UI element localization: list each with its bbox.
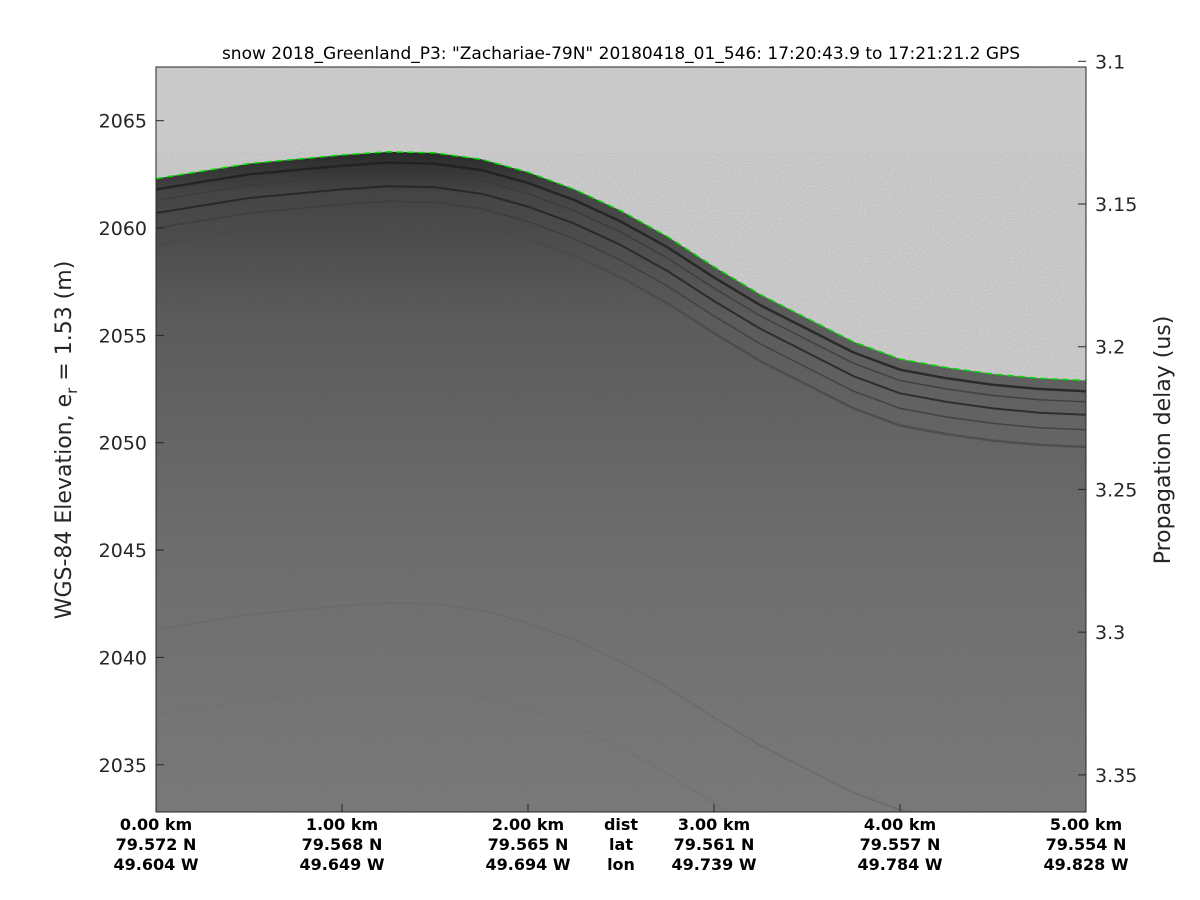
y-axis-label-right: Propagation delay (us) <box>1151 316 1176 565</box>
bottom-tick-lon-label: 49.694 W <box>486 855 571 874</box>
left-tick-label: 2050 <box>99 433 147 455</box>
bottom-tick-dist-label: 4.00 km <box>864 815 936 834</box>
left-tick-label: 2040 <box>99 647 147 669</box>
bottom-tick-lat-label: 79.561 N <box>674 835 755 854</box>
bottom-tick-lon-label: 49.739 W <box>672 855 757 874</box>
bottom-row-label-dist: dist <box>604 815 638 834</box>
chart-title: snow 2018_Greenland_P3: "Zachariae-79N" … <box>222 44 1020 64</box>
right-tick-label: 3.35 <box>1095 765 1137 787</box>
bottom-tick-dist-label: 5.00 km <box>1050 815 1122 834</box>
left-tick-label: 2045 <box>99 540 147 562</box>
left-tick-label: 2035 <box>99 755 147 777</box>
bottom-axis: 0.00 km79.572 N49.604 W1.00 km79.568 N49… <box>114 804 1129 874</box>
bottom-tick-lon-label: 49.828 W <box>1044 855 1129 874</box>
bottom-tick-lat-label: 79.568 N <box>302 835 383 854</box>
echogram-plot-area <box>156 67 1086 812</box>
right-tick-label: 3.2 <box>1095 337 1125 359</box>
bottom-tick-lon-label: 49.784 W <box>858 855 943 874</box>
bottom-tick-lat-label: 79.565 N <box>488 835 569 854</box>
bottom-tick-lat-label: 79.572 N <box>116 835 197 854</box>
left-tick-label: 2060 <box>99 218 147 240</box>
right-tick-label: 3.25 <box>1095 479 1137 501</box>
bottom-tick-lat-label: 79.554 N <box>1046 835 1127 854</box>
bottom-tick-dist-label: 1.00 km <box>306 815 378 834</box>
y-axis-label-left: WGS-84 Elevation, er = 1.53 (m) <box>52 261 81 620</box>
radar-echogram-figure: snow 2018_Greenland_P3: "Zachariae-79N" … <box>52 44 1176 874</box>
bottom-tick-lat-label: 79.557 N <box>860 835 941 854</box>
right-tick-label: 3.1 <box>1095 51 1125 73</box>
left-tick-label: 2055 <box>99 325 147 347</box>
left-tick-label: 2065 <box>99 111 147 133</box>
right-tick-label: 3.15 <box>1095 194 1137 216</box>
bottom-tick-dist-label: 2.00 km <box>492 815 564 834</box>
bottom-tick-lon-label: 49.649 W <box>300 855 385 874</box>
right-tick-label: 3.3 <box>1095 622 1125 644</box>
right-axis: 3.1 3.15 3.2 3.25 3.3 3.35 <box>1078 51 1137 787</box>
left-axis: 2065 2060 2055 2050 2045 2040 2035 <box>99 111 164 777</box>
bottom-row-label-lon: lon <box>607 855 635 874</box>
bottom-tick-dist-label: 0.00 km <box>120 815 192 834</box>
bottom-tick-lon-label: 49.604 W <box>114 855 199 874</box>
bottom-row-label-lat: lat <box>609 835 633 854</box>
bottom-tick-dist-label: 3.00 km <box>678 815 750 834</box>
